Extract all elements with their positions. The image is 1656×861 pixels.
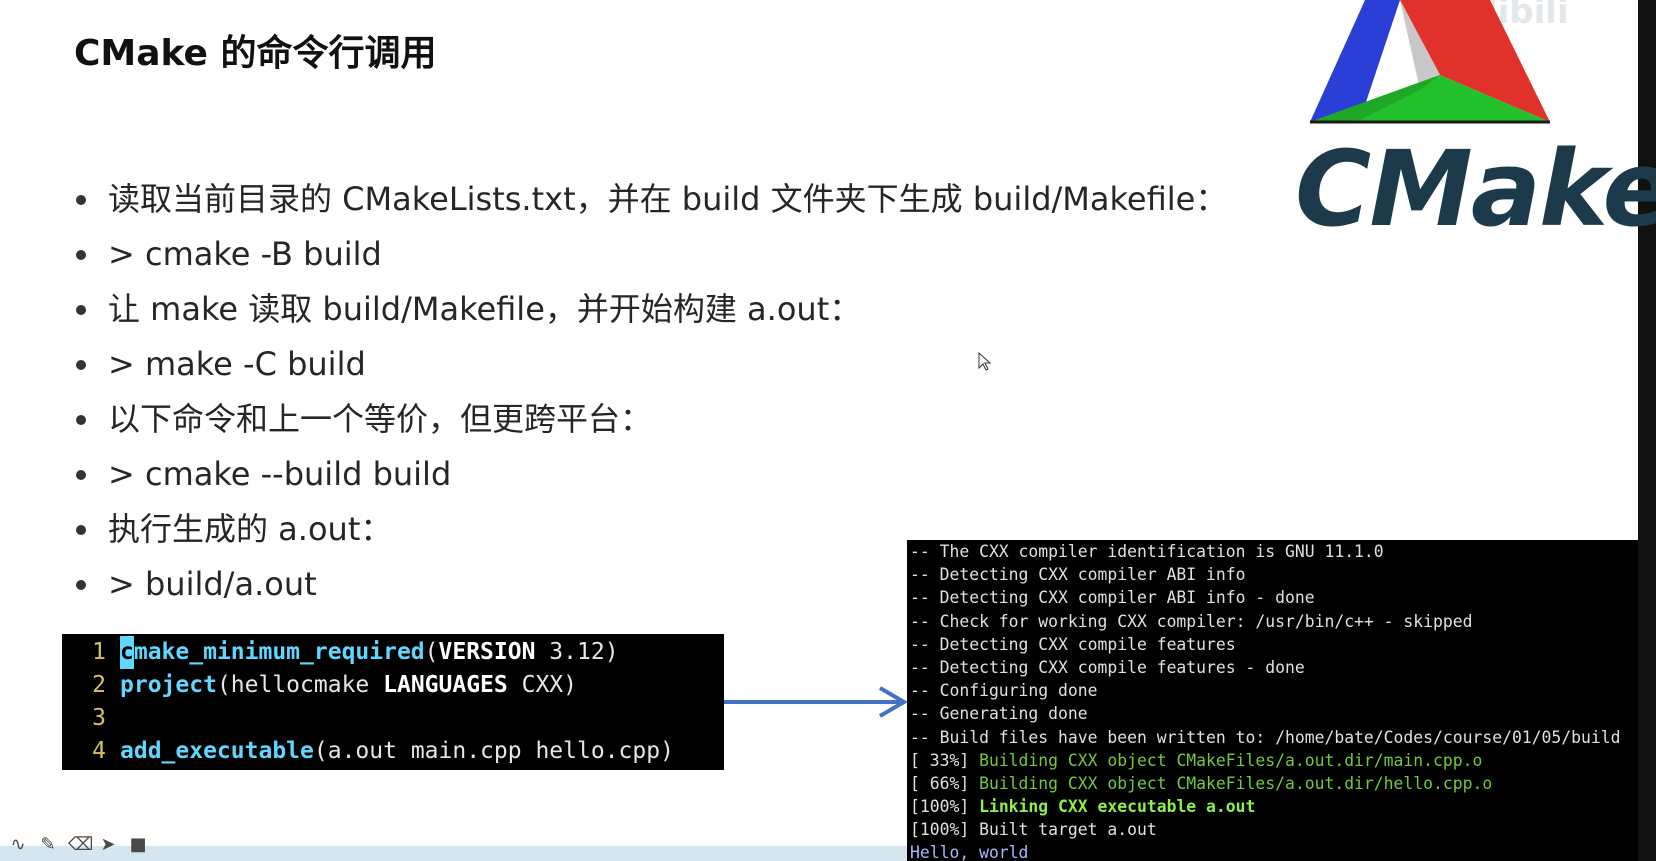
bullet-text: > cmake -B build [108,235,382,273]
line-number: 2 [92,672,106,698]
terminal-line: -- Detecting CXX compiler ABI info - don… [910,588,1315,608]
build-progress-line: [100%] Linking CXX executable a.out [910,795,1638,818]
program-output: Hello, world [910,843,1029,861]
right-arrow-icon [724,686,908,718]
build-percent: [100%] [910,797,980,817]
build-progress-line: [100%] Built target a.out [910,818,1638,841]
build-message: Linking CXX executable a.out [979,797,1256,817]
bullet-item: 以下命令和上一个等价，但更跨平台： [70,392,1250,447]
bullet-text: 执行生成的 a.out： [108,510,393,548]
code-function: make_minimum_required [133,639,425,665]
terminal-line: -- Check for working CXX compiler: /usr/… [910,611,1473,631]
terminal-line: -- Configuring done [910,681,1098,701]
bullet-dot-icon [76,579,86,590]
annotation-toolbar: ∿ ✎ ⌫ ➤ ■ [8,834,148,855]
build-progress-line: [ 33%] Building CXX object CMakeFiles/a.… [910,749,1638,772]
code-args: CXX) [507,672,577,698]
terminal-output[interactable]: -- The CXX compiler identification is GN… [907,540,1638,861]
cmake-logo-text: CMake [1295,128,1656,250]
bullet-dot-icon [76,469,86,480]
code-paren: ( [424,639,439,665]
code-function: project [120,672,217,698]
bullet-item: > make -C build [70,337,1250,392]
line-number: 3 [92,705,106,731]
bullet-text: 读取当前目录的 CMakeLists.txt，并在 build 文件夹下生成 b… [108,180,1228,218]
line-number: 4 [92,738,106,764]
bullet-item: > cmake --build build [70,447,1250,502]
build-percent: [100%] [910,820,980,840]
terminal-line: -- Detecting CXX compiler ABI info [910,565,1246,585]
build-percent: [ 33%] [910,750,980,770]
code-args: 3.12) [535,639,619,665]
code-keyword: LANGUAGES [383,672,508,698]
eraser-icon[interactable]: ⌫ [68,834,93,855]
build-progress-line: [ 66%] Building CXX object CMakeFiles/a.… [910,772,1638,795]
code-editor[interactable]: 1 c make_minimum_required(VERSION 3.12) 2… [62,634,724,770]
code-line: 1 c make_minimum_required(VERSION 3.12) [62,636,724,669]
terminal-line: -- Generating done [910,704,1088,724]
bullet-item: 读取当前目录的 CMakeLists.txt，并在 build 文件夹下生成 b… [70,172,1250,227]
pen-icon[interactable]: ∿ [8,834,28,855]
bullet-text: > make -C build [108,345,366,383]
code-paren: ( [216,672,231,698]
bullet-text: 让 make 读取 build/Makefile，并开始构建 a.out： [108,290,862,328]
code-keyword: VERSION [438,639,536,665]
code-line: 3 [62,702,724,735]
line-number: 1 [92,639,106,665]
code-paren: ( [313,738,328,764]
bullet-text: > cmake --build build [108,455,452,493]
bullet-dot-icon [76,249,86,260]
code-line: 2 project(hellocmake LANGUAGES CXX) [62,669,724,702]
build-percent: [ 66%] [910,773,980,793]
terminal-line: -- The CXX compiler identification is GN… [910,542,1384,561]
slide-title: CMake 的命令行调用 [74,33,437,74]
terminal-line: -- Build files have been written to: /ho… [910,727,1621,747]
build-message: Built target a.out [979,820,1157,840]
terminal-line: -- Detecting CXX compile features - done [910,657,1305,677]
bullet-item: > cmake -B build [70,227,1250,282]
build-message: Building CXX object CMakeFiles/a.out.dir… [979,773,1493,793]
bullet-dot-icon [76,524,86,535]
bullet-dot-icon [76,414,86,425]
code-args: a.out main.cpp hello.cpp) [327,738,674,764]
code-line: 4 add_executable(a.out main.cpp hello.cp… [62,735,724,768]
bullet-item: 让 make 读取 build/Makefile，并开始构建 a.out： [70,282,1250,337]
highlighter-icon[interactable]: ✎ [38,834,58,855]
code-function: add_executable [120,738,314,764]
terminal-line: -- Detecting CXX compile features [910,634,1236,654]
bullet-text: 以下命令和上一个等价，但更跨平台： [108,400,653,438]
text-cursor: c [120,636,134,669]
bullet-dot-icon [76,304,86,315]
bullet-dot-icon [76,194,86,205]
pointer-icon[interactable]: ➤ [98,834,118,855]
bullet-dot-icon [76,359,86,370]
camera-icon[interactable]: ■ [128,834,148,855]
code-args: hellocmake [230,672,384,698]
build-message: Building CXX object CMakeFiles/a.out.dir… [979,750,1483,770]
bullet-text: > build/a.out [108,565,317,603]
mouse-cursor-icon [978,352,992,371]
